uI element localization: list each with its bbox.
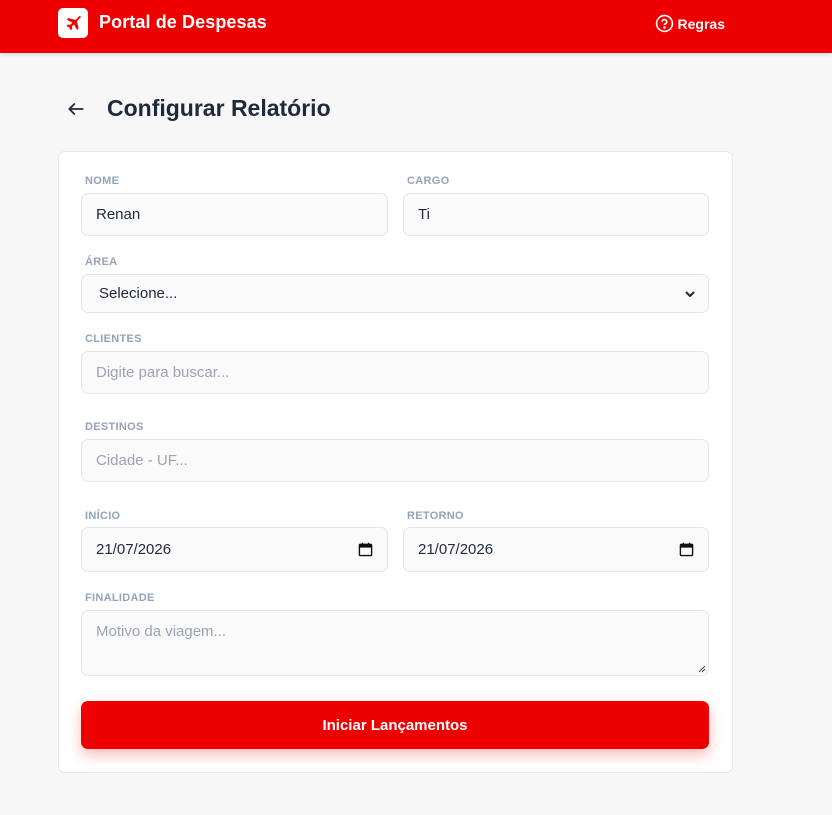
cargo-input[interactable]: Ti — [403, 193, 709, 236]
inicio-date-input[interactable]: 21/07/2026 — [81, 527, 388, 572]
destinos-label: DESTINOS — [85, 421, 144, 433]
page-title: Configurar Relatório — [107, 95, 331, 121]
arrow-left-icon — [68, 103, 84, 115]
retorno-date-value: 21/07/2026 — [418, 541, 494, 558]
destinos-input[interactable]: Cidade - UF... — [81, 439, 709, 482]
area-select[interactable]: Selecione... — [81, 274, 709, 313]
nome-label: NOME — [85, 175, 120, 187]
retorno-label: RETORNO — [407, 510, 464, 522]
top-bar: Portal de Despesas Regras — [0, 0, 832, 53]
calendar-icon[interactable] — [358, 542, 373, 557]
clientes-search-input[interactable]: Digite para buscar... — [81, 351, 709, 394]
area-selected-value: Selecione... — [99, 285, 178, 302]
resize-grip-icon[interactable] — [697, 664, 706, 673]
help-circle-icon — [655, 14, 673, 33]
back-button[interactable] — [64, 97, 88, 121]
chevron-down-icon — [685, 291, 695, 297]
cargo-label: CARGO — [407, 175, 450, 187]
calendar-icon[interactable] — [679, 542, 694, 557]
area-label: ÁREA — [85, 256, 118, 268]
finalidade-placeholder: Motivo da viagem... — [96, 623, 227, 640]
rules-link[interactable]: Regras — [655, 14, 725, 33]
retorno-date-input[interactable]: 21/07/2026 — [403, 527, 709, 572]
rules-label: Regras — [677, 15, 725, 32]
inicio-date-value: 21/07/2026 — [96, 541, 172, 558]
app-title: Portal de Despesas — [99, 12, 267, 32]
airplane-icon — [58, 8, 88, 38]
start-entries-button[interactable]: Iniciar Lançamentos — [81, 701, 709, 749]
inicio-label: INÍCIO — [85, 510, 121, 522]
nome-input[interactable]: Renan — [81, 193, 388, 236]
finalidade-label: FINALIDADE — [85, 592, 155, 604]
clientes-label: CLIENTES — [85, 333, 142, 345]
finalidade-textarea[interactable]: Motivo da viagem... — [81, 610, 709, 676]
